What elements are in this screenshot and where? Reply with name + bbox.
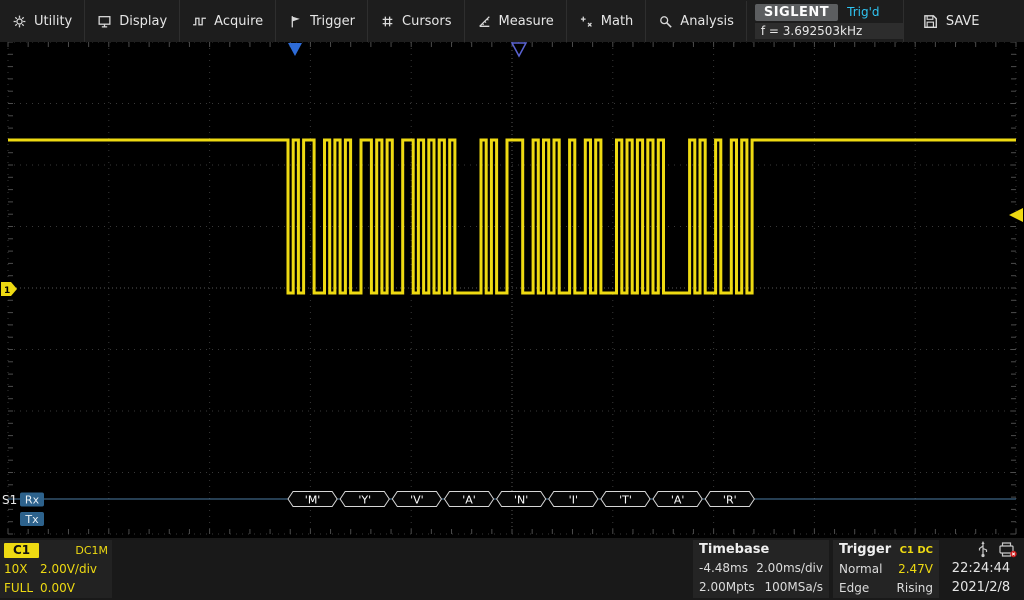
measure-icon bbox=[477, 14, 492, 29]
decode-bubble: 'I' bbox=[549, 492, 598, 507]
decode-bubble: 'A' bbox=[653, 492, 702, 507]
decode-char: 'I' bbox=[569, 494, 578, 507]
channel1-scale: 2.00V/div bbox=[40, 560, 97, 579]
waveform-display[interactable]: 1 S1 Rx Tx 'M' 'Y' 'V' 'A' 'N' 'I' 'T' 'A' 'R' bbox=[0, 42, 1024, 538]
decode-char: 'A' bbox=[462, 494, 476, 507]
cursors-icon bbox=[380, 14, 395, 29]
bottom-status-bar: C1 DC1M 10X 2.00V/div FULL 0.00V Timebas… bbox=[0, 538, 1024, 600]
trigger-slope: Rising bbox=[897, 579, 933, 598]
decode-bubble: 'T' bbox=[601, 492, 650, 507]
math-icon bbox=[579, 14, 594, 29]
channel1-badge[interactable]: C1 bbox=[4, 543, 39, 558]
channel1-coupling: DC1M bbox=[75, 541, 108, 560]
horizontal-reference-marker bbox=[512, 43, 526, 56]
menu-label: Acquire bbox=[214, 14, 263, 29]
timebase-title: Timebase bbox=[699, 541, 769, 559]
menu-label: Cursors bbox=[402, 14, 452, 29]
trigger-level: 2.47V bbox=[898, 560, 933, 579]
trigger-status: Trig'd bbox=[847, 5, 879, 19]
trigger-position-marker[interactable] bbox=[288, 43, 302, 56]
save-button[interactable]: SAVE bbox=[903, 0, 1024, 42]
channel1-offset-marker[interactable]: 1 bbox=[1, 282, 17, 296]
menu-label: Display bbox=[119, 14, 167, 29]
channel1-probe: 10X bbox=[4, 560, 40, 579]
trigger-mode: Normal bbox=[839, 560, 882, 579]
channel1-offset: 0.00V bbox=[40, 579, 75, 598]
graticule bbox=[8, 42, 1016, 534]
clock-date: 2021/2/8 bbox=[939, 578, 1023, 597]
status-cluster: SIGLENT Trig'd f = 3.692503kHz bbox=[746, 1, 903, 41]
analysis-icon bbox=[658, 14, 673, 29]
decode-char: 'V' bbox=[410, 494, 424, 507]
timebase-panel[interactable]: Timebase -4.48ms 2.00ms/div 2.00Mpts 100… bbox=[693, 540, 829, 598]
timebase-sample-rate: 100MSa/s bbox=[764, 578, 823, 597]
decode-char: 'N' bbox=[514, 494, 528, 507]
decode-bubble: 'R' bbox=[705, 492, 754, 507]
printer-icon bbox=[999, 541, 1017, 558]
trigger-source: C1 DC bbox=[900, 542, 933, 560]
timebase-memory: 2.00Mpts bbox=[699, 578, 755, 597]
decode-bubble: 'M' bbox=[288, 492, 337, 507]
decode-bubble: 'V' bbox=[392, 492, 441, 507]
top-menu-bar: Utility Display Acquire Trigger bbox=[0, 0, 1024, 42]
menu-measure[interactable]: Measure bbox=[464, 0, 566, 42]
decode-tx-badge[interactable]: Tx bbox=[20, 512, 44, 526]
display-icon bbox=[97, 14, 112, 29]
frequency-readout: f = 3.692503kHz bbox=[755, 23, 903, 39]
channel1-bandwidth: FULL bbox=[4, 579, 40, 598]
menu-label: Math bbox=[601, 14, 634, 29]
menu-acquire[interactable]: Acquire bbox=[179, 0, 275, 42]
usb-icon bbox=[976, 541, 990, 558]
menu-label: Measure bbox=[499, 14, 554, 29]
timebase-delay: -4.48ms bbox=[699, 559, 748, 578]
menu-utility[interactable]: Utility bbox=[0, 0, 84, 42]
save-label: SAVE bbox=[946, 14, 980, 29]
trigger-type: Edge bbox=[839, 579, 869, 598]
timebase-scale: 2.00ms/div bbox=[756, 559, 823, 578]
decode-char: 'Y' bbox=[358, 494, 371, 507]
decode-char: 'M' bbox=[305, 494, 321, 507]
decode-bubble: 'N' bbox=[497, 492, 546, 507]
menu-cursors[interactable]: Cursors bbox=[367, 0, 464, 42]
svg-text:Rx: Rx bbox=[25, 494, 40, 507]
trigger-panel[interactable]: Trigger C1 DC Normal 2.47V Edge Rising bbox=[833, 540, 939, 598]
decode-char: 'T' bbox=[619, 494, 632, 507]
save-icon bbox=[922, 13, 938, 29]
menu-trigger[interactable]: Trigger bbox=[275, 0, 367, 42]
decode-bubble: 'A' bbox=[444, 492, 493, 507]
menu-label: Utility bbox=[34, 14, 72, 29]
gear-icon bbox=[12, 14, 27, 29]
decode-bubble: 'Y' bbox=[340, 492, 389, 507]
brand-logo: SIGLENT bbox=[755, 4, 838, 21]
svg-text:1: 1 bbox=[4, 286, 10, 296]
menu-analysis[interactable]: Analysis bbox=[645, 0, 746, 42]
menu-math[interactable]: Math bbox=[566, 0, 646, 42]
menu-label: Analysis bbox=[680, 14, 734, 29]
trigger-flag-icon bbox=[288, 14, 303, 29]
channel1-panel[interactable]: C1 DC1M 10X 2.00V/div FULL 0.00V bbox=[0, 540, 112, 598]
decode-char: 'A' bbox=[671, 494, 685, 507]
oscilloscope-screen: Utility Display Acquire Trigger bbox=[0, 0, 1024, 600]
menu-label: Trigger bbox=[310, 14, 355, 29]
menu-display[interactable]: Display bbox=[84, 0, 179, 42]
decode-rx-badge[interactable]: Rx bbox=[20, 493, 44, 507]
acquire-icon bbox=[192, 14, 207, 29]
trigger-title: Trigger bbox=[839, 541, 891, 559]
clock-panel: 22:24:44 2021/2/8 bbox=[939, 540, 1023, 598]
svg-text:Tx: Tx bbox=[24, 513, 39, 526]
clock-time: 22:24:44 bbox=[939, 559, 1023, 578]
decode-bus-label: S1 bbox=[2, 493, 17, 507]
decode-char: 'R' bbox=[723, 494, 737, 507]
